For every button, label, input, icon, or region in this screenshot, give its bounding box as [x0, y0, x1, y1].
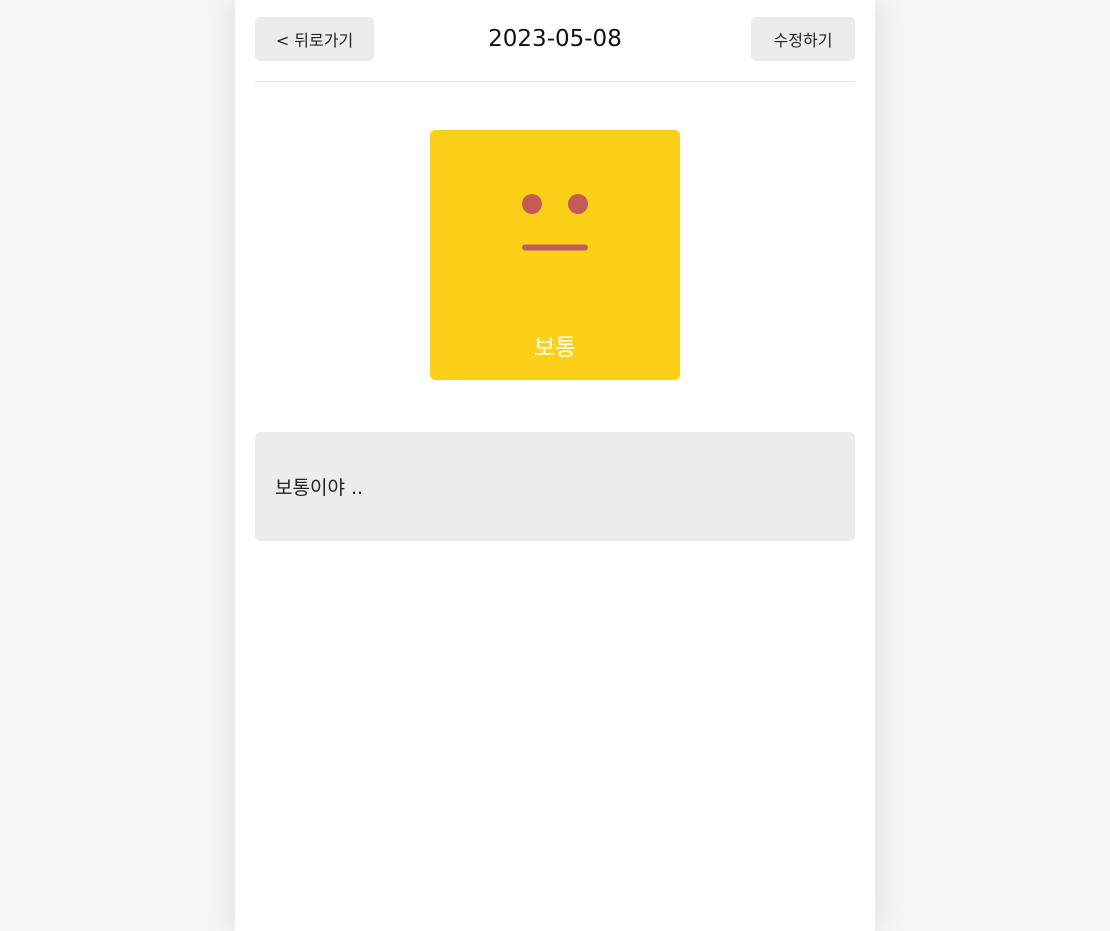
diary-page: < 뒤로가기 2023-05-08 수정하기 보통 보통이야 .. [235, 0, 875, 931]
emotion-card: 보통 [430, 130, 680, 380]
edit-button[interactable]: 수정하기 [751, 17, 855, 61]
header-divider [255, 81, 855, 82]
back-button[interactable]: < 뒤로가기 [255, 17, 374, 61]
diary-content-text: 보통이야 .. [275, 477, 364, 499]
emotion-label: 보통 [533, 335, 577, 361]
diary-content-box: 보통이야 .. [255, 432, 855, 541]
page-header: < 뒤로가기 2023-05-08 수정하기 [255, 17, 855, 61]
